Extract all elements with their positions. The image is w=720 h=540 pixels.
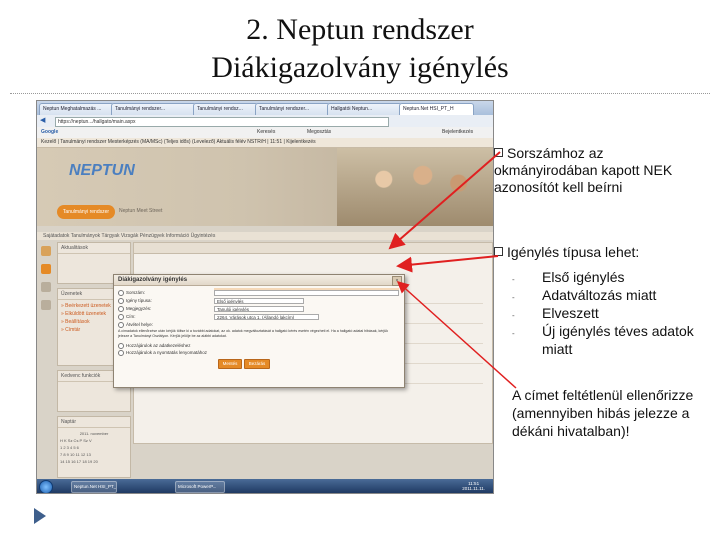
type-item-text: Adatváltozás miatt (542, 287, 657, 303)
label-megjegyzes: Megjegyzés: (126, 306, 152, 312)
taskbar-item[interactable]: Neptun.Net HSI_PT_H (71, 481, 117, 493)
bullet-sorszam-text: Sorszámhoz az okmányirodában kapott NEK … (494, 145, 673, 195)
calendar-row[interactable]: 1 2 3 4 5 6 (60, 444, 128, 451)
panel-heading: Aktualitások (58, 243, 130, 254)
row-cim[interactable]: Cím: (118, 314, 136, 320)
diakigazolvany-dialog: Diákigazolvány igénylés × Sorszám: Igény… (113, 274, 405, 388)
address-note: A címet feltétlenül ellenőrizze (amennyi… (512, 387, 694, 439)
google-label: Google (41, 129, 59, 135)
close-button[interactable]: Bezárás (244, 359, 270, 369)
dialog-notice: A címadatok ellenőrzése után kérjük tölt… (118, 329, 389, 338)
panel-naptar: Naptár 2011. november H K Sz Cs P Sz V 1… (57, 416, 131, 478)
type-item: - Első igénylés (512, 269, 625, 285)
neptun-page: Kezelő | Tanulmányi rendszer Mesterképzé… (37, 138, 493, 479)
neptun-logo: NEPTUN (69, 162, 135, 179)
neptun-top-menu: Kezelő | Tanulmányi rendszer Mesterképzé… (37, 138, 493, 148)
row-sorszam[interactable]: Sorszám: (118, 290, 145, 296)
neptun-submenu[interactable]: Sajátadatok Tanulmányok Tárgyak Vizsgák … (37, 232, 493, 240)
radio-icon[interactable] (118, 306, 124, 312)
calendar-row: H K Sz Cs P Sz V (60, 438, 92, 443)
content-toolbar (134, 243, 492, 254)
taskbar-item[interactable]: Microsoft PowerP... (175, 481, 225, 493)
bullet-square-icon (494, 247, 503, 256)
label-atvetel: Átvétel helye: (126, 322, 154, 328)
toolbar-share-button[interactable]: Megosztás (307, 127, 331, 138)
row-megjegyzes[interactable]: Megjegyzés: (118, 306, 151, 312)
radio-icon[interactable] (118, 322, 124, 328)
checkbox-1-label: Hozzájárulok az adatkezeléshez (126, 343, 191, 349)
print-icon[interactable] (41, 282, 51, 292)
windows-taskbar: Neptun.Net HSI_PT_H Microsoft PowerP... … (37, 479, 493, 493)
close-icon[interactable]: × (392, 276, 402, 286)
url-input[interactable]: https://neptun.../hallgato/main.aspx (55, 117, 389, 127)
type-list: - Első igénylés - Adatváltozás miatt - Elve… (512, 268, 702, 358)
label-cim: Cím: (126, 314, 136, 320)
row-checkbox-2[interactable]: Hozzájárulok a nyomtatás lenyomatához (118, 350, 207, 356)
radio-icon[interactable] (118, 298, 124, 304)
toolbar-login-button[interactable]: Bejelentkezés (442, 127, 473, 138)
banner-photo (337, 148, 493, 226)
checkbox-icon[interactable] (118, 350, 124, 356)
row-igeny-tipusa[interactable]: Igény típusa: (118, 298, 152, 304)
label-igeny-tipusa: Igény típusa: (126, 298, 152, 304)
sorszam-input[interactable] (214, 290, 399, 296)
bullet-igenyles-tipusa: Igénylés típusa lehet: (494, 244, 694, 261)
slide-title-line2: Diákigazolvány igénylés (211, 51, 509, 84)
panel-heading: Naptár (58, 417, 130, 428)
type-item: - Adatváltozás miatt (512, 287, 657, 303)
row-checkbox-1[interactable]: Hozzájárulok az adatkezeléshez (118, 343, 191, 349)
calendar-month: 2011. november (79, 431, 109, 436)
start-icon[interactable] (39, 480, 53, 493)
bullet-sorszam: Sorszámhoz az okmányirodában kapott NEK … (494, 145, 684, 196)
neptun-banner: NEPTUN Tanulmányi rendszer Neptun Meet S… (37, 148, 493, 226)
checkbox-icon[interactable] (118, 343, 124, 349)
next-slide-icon[interactable] (34, 508, 46, 524)
bullet-square-icon (494, 148, 503, 157)
cim-select[interactable]: 2264. Várások utca 1. (Állandó lakcím) (214, 314, 319, 320)
save-button[interactable]: Mentés (218, 359, 242, 369)
radio-icon[interactable] (118, 290, 124, 296)
type-item: - Új igénylés téves adatok miatt (512, 323, 694, 357)
row-atvetel[interactable]: Átvétel helye: (118, 322, 153, 328)
calendar-row[interactable]: 7 8 9 10 11 12 13 (60, 451, 128, 458)
radio-icon[interactable] (118, 314, 124, 320)
type-item-text: Elveszett (542, 305, 599, 321)
pin-icon[interactable] (41, 246, 51, 256)
back-icon[interactable]: ◀ (40, 116, 45, 124)
clock-date: 2011.11.11. (462, 486, 485, 491)
slide-title-line1: 2. Neptun rendszer (246, 13, 474, 46)
browser-tabbar: Neptun Meghatalmazás ... Tanulmányi rend… (37, 101, 493, 116)
tab-tanulmanyi-rendszer[interactable]: Tanulmányi rendszer (57, 205, 115, 219)
checkbox-2-label: Hozzájárulok a nyomtatás lenyomatához (126, 350, 208, 356)
dialog-title: Diákigazolvány igénylés (114, 275, 404, 286)
toolbar-search-button[interactable]: Keresés (257, 127, 275, 138)
label-sorszam: Sorszám: (126, 290, 146, 296)
bullet-igenyles-tipusa-text: Igénylés típusa lehet: (507, 244, 640, 260)
igeny-tipusa-select[interactable]: Első igénylés (214, 298, 304, 304)
calendar-row[interactable]: 14 15 16 17 18 19 20 (60, 458, 128, 465)
type-item-text: Első igénylés (542, 269, 625, 285)
title-divider (10, 93, 710, 94)
help-icon[interactable] (41, 300, 51, 310)
tab-meet-street[interactable]: Neptun Meet Street (119, 208, 162, 214)
taskbar-clock: 11:51 2011.11.11. (462, 481, 485, 491)
side-icons (39, 242, 55, 318)
font-size-icon[interactable] (41, 264, 51, 274)
screenshot: Neptun Meghatalmazás ... Tanulmányi rend… (36, 100, 494, 494)
type-item-text: Új igénylés téves adatok miatt (542, 323, 694, 357)
megjegyzes-input[interactable]: Tanulói igénylés (214, 306, 304, 312)
type-item: - Elveszett (512, 305, 599, 321)
